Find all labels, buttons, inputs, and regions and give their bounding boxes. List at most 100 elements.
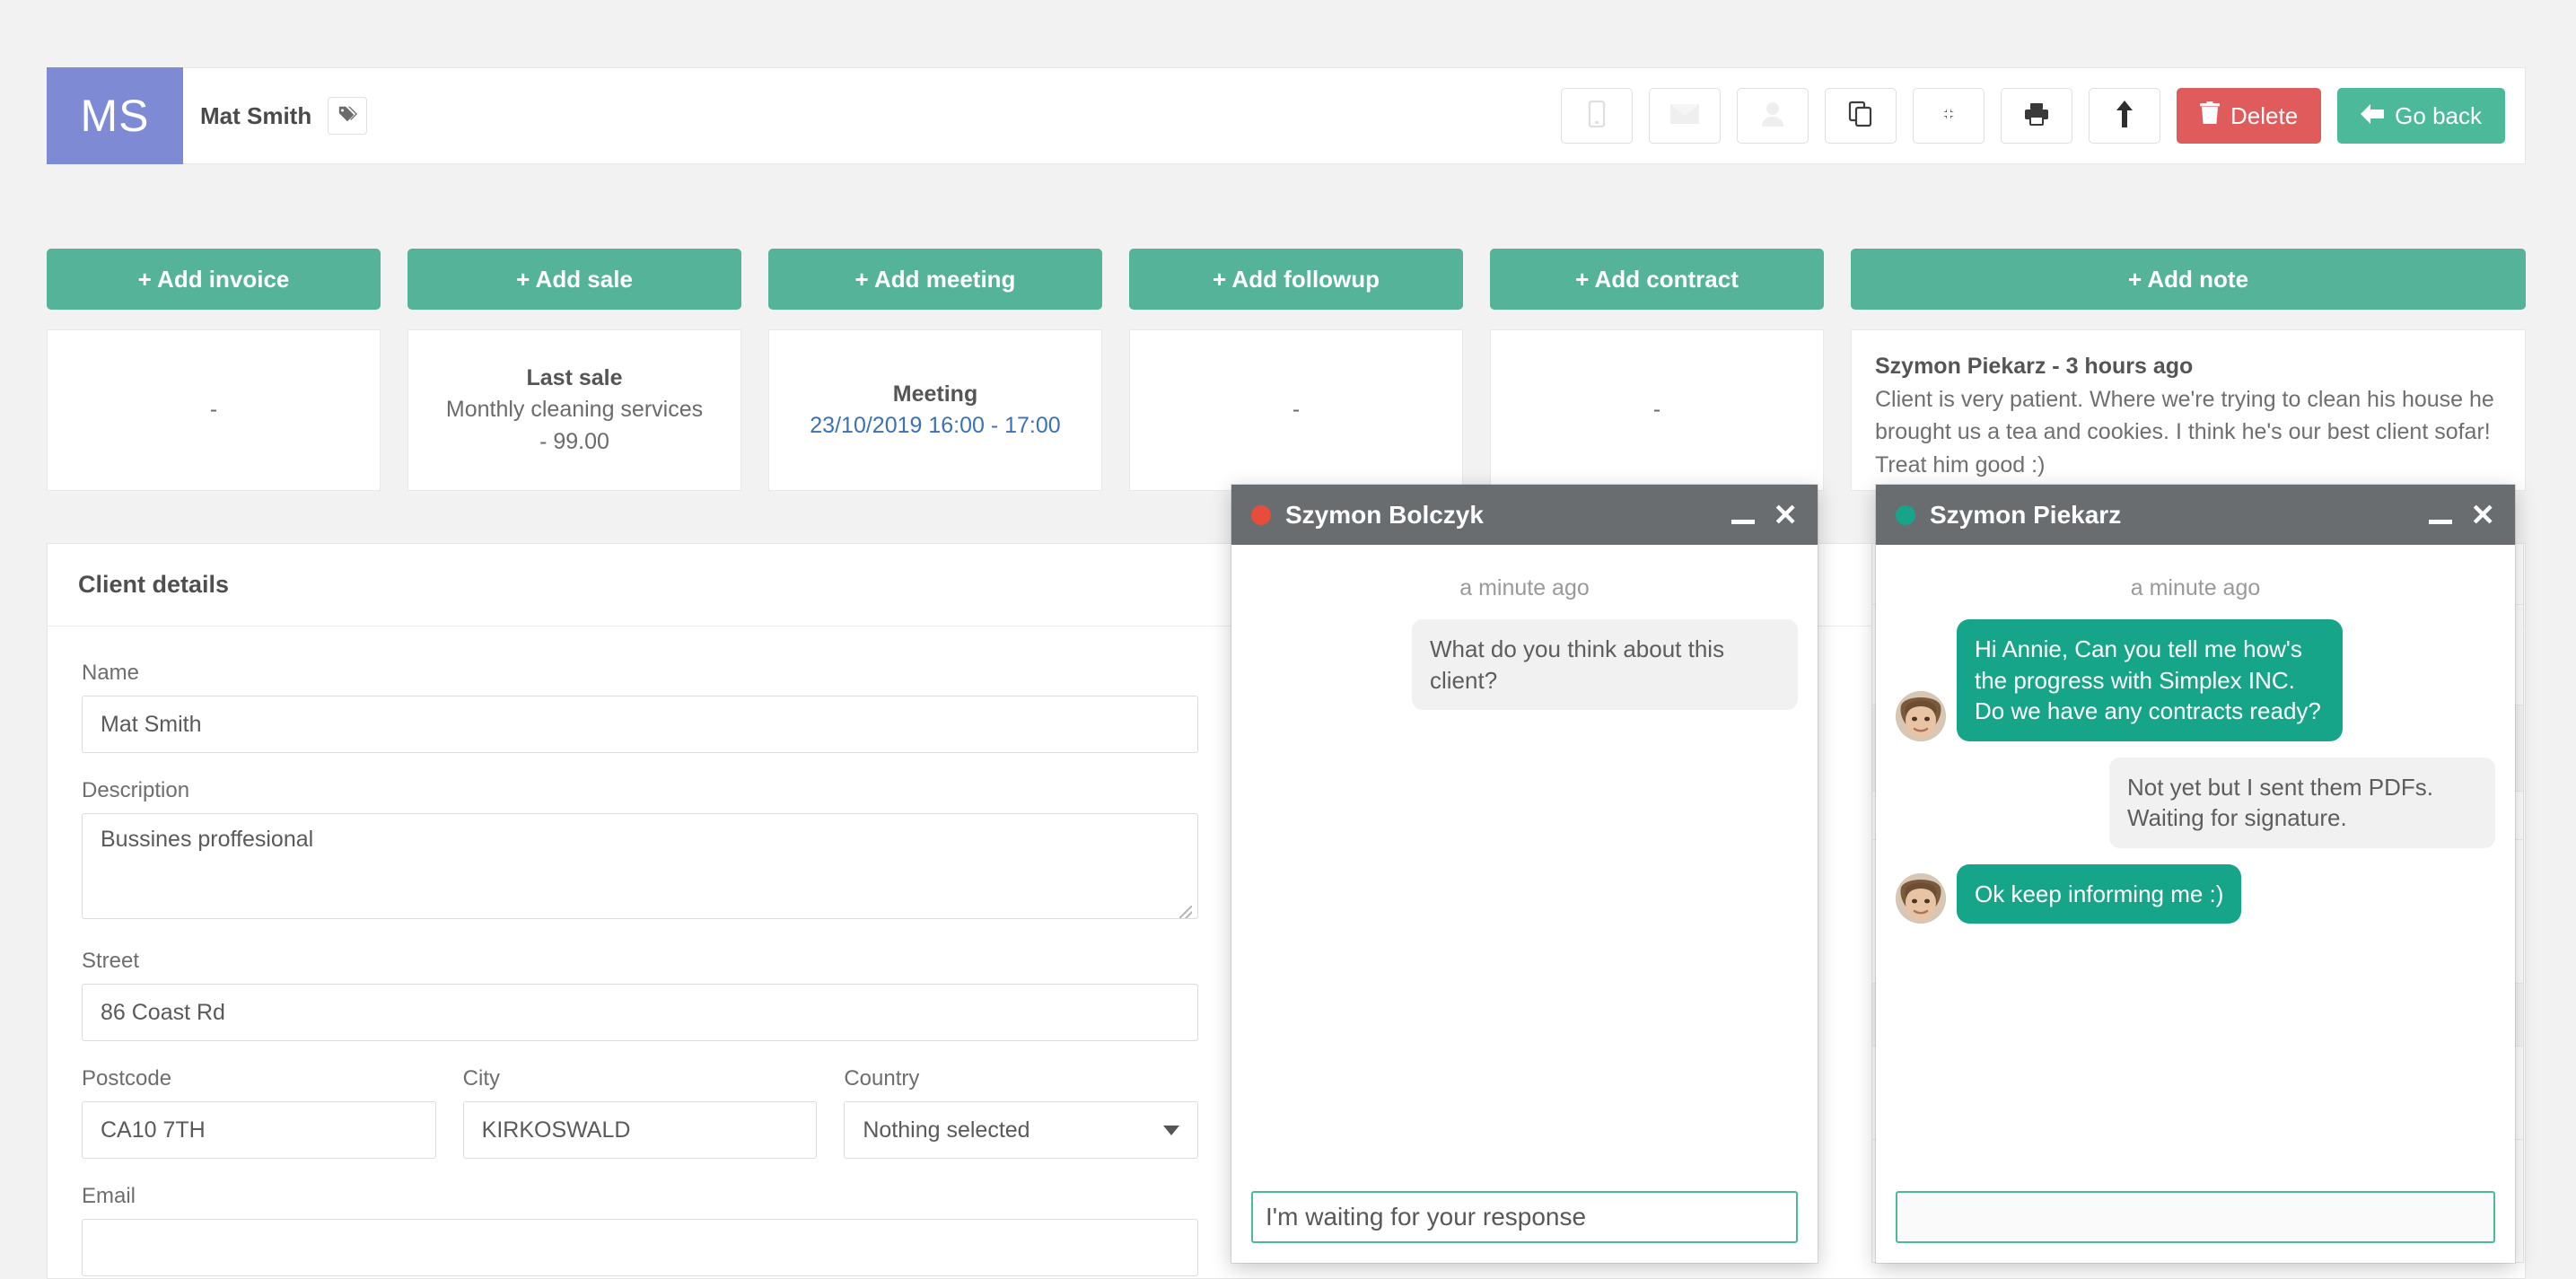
avatar: MS xyxy=(47,67,183,164)
email-label: Email xyxy=(82,1184,136,1208)
tile-meeting[interactable]: Meeting 23/10/2019 16:00 - 17:00 xyxy=(768,329,1102,491)
chat-window-bolczyk: Szymon Bolczyk ✕ a minute ago What do yo… xyxy=(1231,485,1818,1263)
envelope-icon xyxy=(1670,102,1700,130)
go-back-button-label: Go back xyxy=(2395,101,2482,129)
city-label: City xyxy=(462,1066,501,1091)
tile-last-sale-title: Last sale xyxy=(526,364,623,390)
chat-message-text: What do you think about this client? xyxy=(1412,619,1798,711)
chat-message-text: Ok keep informing me :) xyxy=(1957,863,2242,924)
chat-timestamp: a minute ago xyxy=(2130,575,2261,600)
add-contract-button[interactable]: + Add contract xyxy=(1490,249,1824,310)
field-city: City xyxy=(462,1066,818,1159)
envelope-icon-button[interactable] xyxy=(1649,88,1722,144)
user-icon xyxy=(1761,101,1784,131)
status-dot-offline-icon xyxy=(1251,504,1271,525)
tile-last-sale[interactable]: Last sale Monthly cleaning services - 99… xyxy=(407,329,741,491)
country-select[interactable]: Nothing selected xyxy=(844,1101,1199,1159)
postcode-input[interactable] xyxy=(82,1101,436,1159)
field-country: Country Nothing selected xyxy=(844,1066,1199,1159)
go-back-button[interactable]: Go back xyxy=(2337,88,2505,144)
postcode-label: Postcode xyxy=(82,1066,172,1091)
page-title: Mat Smith xyxy=(200,101,312,129)
tile-note[interactable]: Szymon Piekarz - 3 hours ago Client is v… xyxy=(1851,329,2526,491)
status-dot-online-icon xyxy=(1896,504,1915,525)
tile-followup[interactable]: - xyxy=(1129,329,1463,491)
chat-input-piekarz[interactable] xyxy=(1896,1191,2495,1243)
chat-footer-piekarz xyxy=(1876,1173,2515,1263)
tile-invoice[interactable]: - xyxy=(47,329,381,491)
street-label: Street xyxy=(82,949,140,973)
add-meeting-button[interactable]: + Add meeting xyxy=(768,249,1102,310)
add-followup-button[interactable]: + Add followup xyxy=(1129,249,1463,310)
user-icon-button[interactable] xyxy=(1737,88,1809,144)
delete-button-label: Delete xyxy=(2230,101,2299,129)
copy-icon xyxy=(1848,101,1873,132)
add-invoice-button[interactable]: + Add invoice xyxy=(47,249,381,310)
city-input[interactable] xyxy=(462,1101,818,1159)
chat-title-piekarz: Szymon Piekarz xyxy=(1930,500,2122,529)
compress-icon xyxy=(1936,101,1961,131)
tag-icon-button[interactable] xyxy=(328,97,368,135)
mobile-icon-button[interactable] xyxy=(1561,88,1634,144)
chat-message: Hi Annie, Can you tell me how's the prog… xyxy=(1896,619,2495,741)
mobile-icon xyxy=(1585,100,1608,132)
street-input[interactable] xyxy=(82,984,1198,1041)
tile-last-sale-amount: - 99.00 xyxy=(539,428,609,454)
name-input[interactable] xyxy=(82,696,1198,753)
compress-icon-button[interactable] xyxy=(1913,88,1985,144)
add-sale-button[interactable]: + Add sale xyxy=(407,249,741,310)
tile-meeting-datetime: 23/10/2019 16:00 - 17:00 xyxy=(810,413,1061,438)
chat-avatar xyxy=(1896,873,1946,924)
chat-footer-bolczyk xyxy=(1231,1173,1818,1263)
chevron-down-icon xyxy=(1163,1125,1180,1135)
upload-arrow-icon xyxy=(2115,100,2134,132)
trash-icon xyxy=(2200,101,2221,131)
chat-input-bolczyk[interactable] xyxy=(1251,1191,1798,1243)
chat-titlebar-piekarz[interactable]: Szymon Piekarz ✕ xyxy=(1876,485,2515,545)
arrow-left-icon xyxy=(2361,102,2385,130)
copy-icon-button[interactable] xyxy=(1825,88,1897,144)
field-name: Name xyxy=(82,661,1198,753)
minimize-icon[interactable] xyxy=(1731,505,1756,524)
country-label: Country xyxy=(844,1066,920,1091)
field-description: Description Bussines proffesional xyxy=(82,778,1198,924)
tile-contract[interactable]: - xyxy=(1490,329,1824,491)
client-details-form: Name Description Bussines proffesional S… xyxy=(48,626,1232,1276)
chat-message: What do you think about this client? xyxy=(1251,619,1798,711)
chat-titlebar-bolczyk[interactable]: Szymon Bolczyk ✕ xyxy=(1231,485,1818,545)
tile-meeting-title: Meeting xyxy=(892,381,978,407)
chat-message: Not yet but I sent them PDFs. Waiting fo… xyxy=(1896,757,2495,848)
chat-window-piekarz: Szymon Piekarz ✕ a minute ago Hi Annie, … xyxy=(1876,485,2515,1263)
upload-arrow-icon-button[interactable] xyxy=(2089,88,2161,144)
description-textarea[interactable]: Bussines proffesional xyxy=(82,813,1198,919)
chat-timestamp: a minute ago xyxy=(1459,575,1590,600)
chat-messages-bolczyk: a minute ago What do you think about thi… xyxy=(1231,545,1818,1173)
field-street: Street xyxy=(82,949,1198,1041)
country-select-value: Nothing selected xyxy=(863,1117,1030,1143)
tile-note-body: Client is very patient. Where we're tryi… xyxy=(1875,386,2494,477)
chat-avatar xyxy=(1896,690,1946,741)
name-label: Name xyxy=(82,661,140,685)
add-note-button[interactable]: + Add note xyxy=(1851,249,2526,310)
chat-message: Ok keep informing me :) xyxy=(1896,863,2495,924)
description-label: Description xyxy=(82,778,190,802)
close-icon[interactable]: ✕ xyxy=(1773,500,1798,530)
tile-contract-value: - xyxy=(1652,397,1661,423)
chat-message-text: Not yet but I sent them PDFs. Waiting fo… xyxy=(2109,757,2495,848)
tile-invoice-value: - xyxy=(209,397,218,423)
tag-icon xyxy=(337,104,358,128)
tile-followup-value: - xyxy=(1292,397,1301,423)
tile-last-sale-desc: Monthly cleaning services xyxy=(445,397,704,423)
header-actions: Delete Go back xyxy=(1561,88,2505,144)
address-row: Postcode City Country Nothing selected xyxy=(82,1066,1199,1159)
summary-tiles: - Last sale Monthly cleaning services - … xyxy=(47,329,2526,491)
close-icon[interactable]: ✕ xyxy=(2470,500,2495,530)
chat-title-bolczyk: Szymon Bolczyk xyxy=(1285,500,1484,529)
email-input[interactable] xyxy=(82,1219,1198,1276)
print-icon-button[interactable] xyxy=(2001,88,2073,144)
print-icon xyxy=(2024,102,2049,130)
minimize-icon[interactable] xyxy=(2429,505,2453,524)
tile-note-author: Szymon Piekarz - 3 hours ago xyxy=(1875,354,2194,379)
delete-button[interactable]: Delete xyxy=(2177,88,2322,144)
quick-add-toolbar: + Add invoice + Add sale + Add meeting +… xyxy=(47,249,2526,310)
